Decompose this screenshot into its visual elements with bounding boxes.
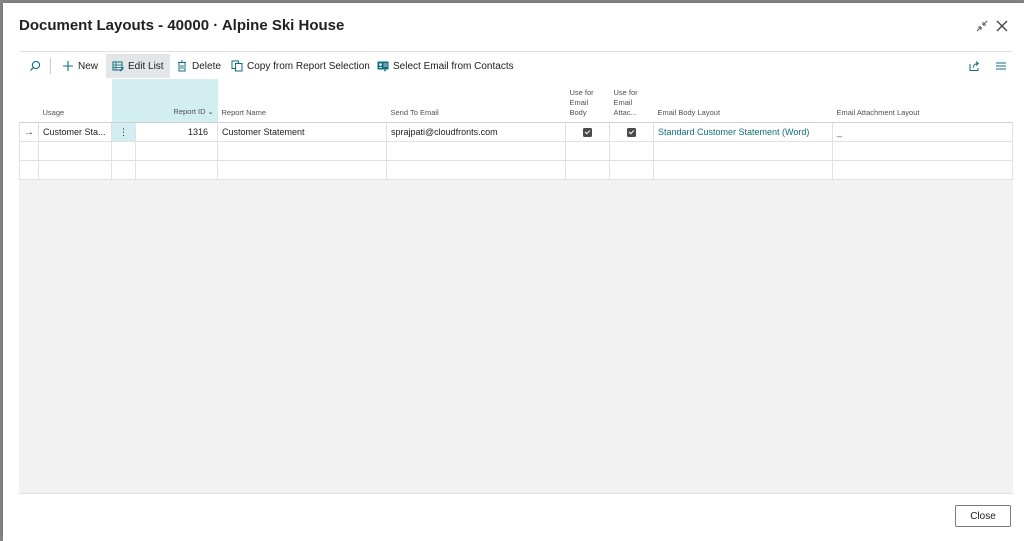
search-button[interactable] (24, 54, 46, 78)
edit-list-label: Edit List (128, 60, 164, 72)
column-header-send-to-email[interactable]: Send To Email (386, 79, 566, 123)
column-header-usage[interactable]: Usage (38, 79, 112, 123)
select-email-label: Select Email from Contacts (393, 60, 514, 72)
row-indicator (19, 141, 39, 161)
usage-cell[interactable]: Customer Sta... (38, 122, 112, 142)
email-body-layout-cell[interactable] (653, 141, 833, 161)
column-header-report-id[interactable]: Report ID ⌄ (135, 79, 218, 123)
column-header-use-for-email-attachment[interactable]: Use for Email Attac... (609, 79, 654, 123)
trash-icon (178, 60, 186, 72)
column-header-email-body-layout[interactable]: Email Body Layout (653, 79, 833, 123)
close-icon[interactable] (993, 17, 1011, 35)
edit-list-icon (112, 61, 124, 72)
use-email-body-header-line2: Email (569, 98, 589, 107)
row-indicator (19, 160, 39, 180)
list-view-icon (996, 62, 1006, 70)
email-body-layout-cell[interactable] (653, 160, 833, 180)
report-name-cell[interactable]: Customer Statement (217, 122, 387, 142)
row-actions-header (111, 79, 136, 123)
grid-area: Usage Report ID ⌄ Report Name Send To Em… (19, 79, 1013, 494)
document-layouts-grid: Usage Report ID ⌄ Report Name Send To Em… (19, 79, 1013, 180)
use-email-attach-header-line3: Attac... (613, 108, 637, 117)
copy-label: Copy from Report Selection (247, 60, 370, 72)
table-row[interactable] (19, 160, 1013, 180)
email-body-layout-cell[interactable]: Standard Customer Statement (Word) (653, 122, 833, 142)
row-indicator-header (19, 79, 39, 123)
row-actions-cell (111, 141, 136, 161)
plus-icon (63, 61, 73, 71)
send-to-email-cell[interactable] (386, 160, 566, 180)
grid-header-row: Usage Report ID ⌄ Report Name Send To Em… (19, 79, 1013, 123)
use-email-body-header-line1: Use for (569, 88, 594, 97)
share-button[interactable] (965, 54, 983, 78)
row-actions-button[interactable]: ⋮ (111, 122, 136, 142)
copy-icon (231, 60, 243, 72)
email-attachment-layout-cell[interactable] (832, 160, 1013, 180)
contact-email-icon (377, 61, 389, 72)
table-row[interactable]: → Customer Sta... ⋮ 1316 Customer Statem… (19, 122, 1013, 142)
send-to-email-cell[interactable]: sprajpati@cloudfronts.com (386, 122, 566, 142)
row-actions-cell (111, 160, 136, 180)
delete-label: Delete (192, 60, 221, 72)
document-layouts-dialog: Document Layouts - 40000 · Alpine Ski Ho… (3, 3, 1024, 541)
report-id-cell[interactable]: 1316 (135, 122, 218, 142)
use-for-email-body-cell[interactable] (565, 141, 610, 161)
table-row[interactable] (19, 141, 1013, 161)
dialog-title: Document Layouts - 40000 · Alpine Ski Ho… (19, 17, 345, 34)
more-options-icon: ⋮ (119, 126, 128, 137)
report-id-cell[interactable] (135, 160, 218, 180)
list-view-button[interactable] (992, 54, 1010, 78)
send-to-email-cell[interactable] (386, 141, 566, 161)
report-id-cell[interactable] (135, 141, 218, 161)
chevron-down-icon: ⌄ (207, 109, 214, 116)
share-icon (969, 61, 980, 71)
close-button[interactable]: Close (955, 505, 1011, 527)
search-icon (30, 60, 41, 71)
edit-list-button[interactable]: Edit List (106, 54, 170, 78)
usage-cell[interactable] (38, 141, 112, 161)
use-email-body-header-line3: Body (569, 108, 587, 117)
select-email-from-contacts-button[interactable]: Select Email from Contacts (377, 54, 514, 78)
new-button[interactable]: New (62, 54, 98, 78)
use-email-attach-header-line2: Email (613, 98, 633, 107)
use-for-email-attachment-cell[interactable] (609, 141, 654, 161)
column-header-email-attachment-layout[interactable]: Email Attachment Layout (832, 79, 1013, 123)
row-indicator: → (19, 122, 39, 142)
use-email-attach-header-line1: Use for (613, 88, 638, 97)
usage-cell[interactable] (38, 160, 112, 180)
report-name-cell[interactable] (217, 141, 387, 161)
use-for-email-body-cell[interactable] (565, 160, 610, 180)
delete-button[interactable]: Delete (176, 54, 221, 78)
use-for-email-body-cell[interactable] (565, 122, 610, 142)
use-for-email-attachment-cell[interactable] (609, 122, 654, 142)
column-header-use-for-email-body[interactable]: Use for Email Body (565, 79, 610, 123)
new-button-label: New (78, 60, 99, 72)
email-attachment-layout-cell[interactable] (832, 141, 1013, 161)
report-id-header-label: Report ID (173, 107, 206, 116)
use-for-email-body-checkbox[interactable] (583, 128, 592, 138)
collapse-icon[interactable] (973, 17, 991, 35)
action-toolbar: New Edit List Delete Copy from Report Se… (19, 51, 1013, 80)
use-for-email-attachment-cell[interactable] (609, 160, 654, 180)
report-name-cell[interactable] (217, 160, 387, 180)
arrow-right-icon: → (24, 126, 34, 138)
column-header-report-name[interactable]: Report Name (217, 79, 387, 123)
copy-from-report-selection-button[interactable]: Copy from Report Selection (231, 54, 370, 78)
toolbar-divider (50, 58, 51, 74)
use-for-email-attachment-checkbox[interactable] (627, 128, 636, 138)
email-attachment-layout-cell[interactable]: _ (832, 122, 1013, 142)
